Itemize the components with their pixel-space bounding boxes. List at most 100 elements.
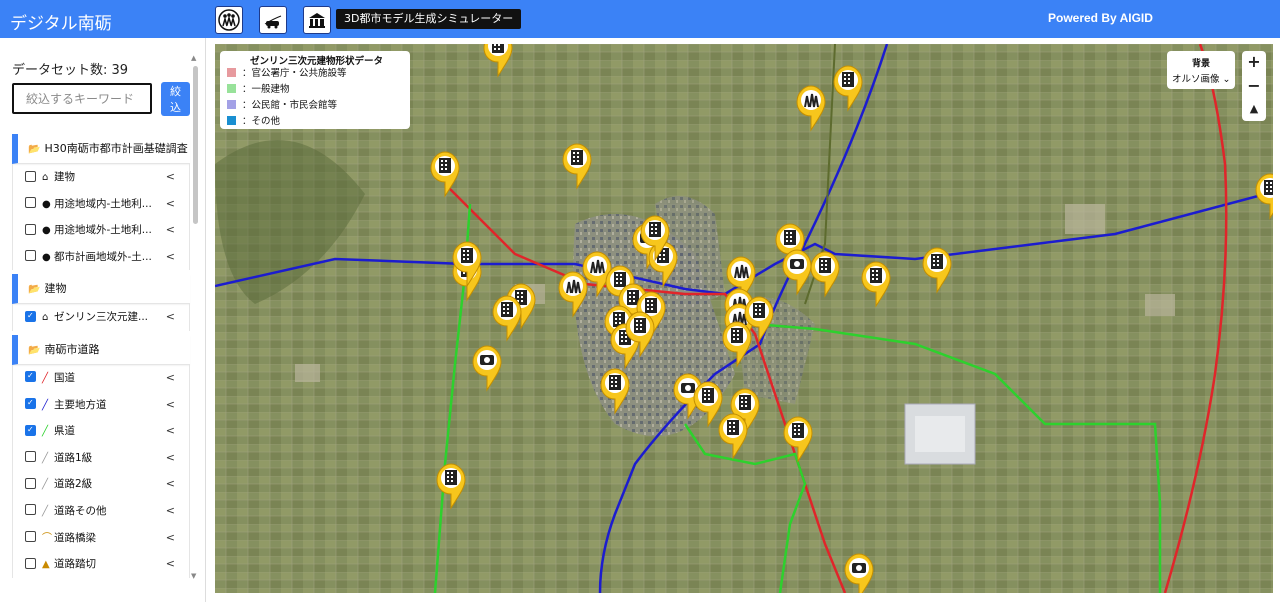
background-selector[interactable]: 背景 オルソ画像 ⌄ [1167, 51, 1235, 89]
legend-swatch [227, 116, 236, 125]
folder-icon: 📂 [28, 284, 41, 296]
layer-label: 主要地方道 [54, 398, 107, 411]
share-icon[interactable]: < [166, 217, 175, 244]
layer-group-roads[interactable]: 📂 南砺市道路 [12, 334, 190, 365]
zoom-in-button[interactable]: + [1242, 51, 1266, 73]
legend-label: ：公民館・市民会館等 [242, 100, 338, 111]
group-title: 建物 [44, 282, 67, 296]
share-icon[interactable]: < [166, 365, 175, 392]
layer-item[interactable]: ▲ 道路踏切 < [12, 551, 190, 578]
background-value: オルソ画像 [1172, 74, 1220, 85]
share-icon[interactable]: < [166, 498, 175, 525]
layer-label: 道路踏切 [54, 558, 96, 571]
layer-item[interactable]: ╱ 道路その他 < [12, 497, 190, 525]
dataset-count: データセット数: 39 [12, 63, 129, 78]
line-gray-icon: ╱ [42, 479, 49, 491]
scroll-up-icon[interactable]: ▲ [191, 54, 196, 62]
legend-label: ：その他 [242, 116, 281, 127]
legend-entry: ：その他 [227, 116, 280, 128]
folder-icon: 📂 [28, 144, 41, 155]
layer-label: 用途地域内-土地利... [54, 197, 152, 210]
layer-checkbox[interactable] [25, 417, 36, 443]
layer-item[interactable]: ╱ 道路1級 < [12, 444, 190, 472]
legend-entry: ：官公署庁・公共施設等 [227, 68, 347, 80]
app-title[interactable]: デジタル南砺 [10, 9, 112, 34]
line-gray-icon: ╱ [42, 452, 49, 464]
filter-button[interactable]: 絞込 [161, 82, 190, 116]
layer-checkbox[interactable] [25, 390, 36, 417]
layer-item[interactable]: ⌂ 建物 < [12, 164, 190, 191]
layer-label: 道路その他 [54, 504, 107, 517]
compass-north-icon[interactable]: ▲ [1242, 98, 1266, 120]
building-outline-icon: ⌂ [42, 312, 49, 324]
layer-checkbox[interactable] [25, 170, 36, 182]
layer-checkbox[interactable] [25, 557, 36, 569]
share-icon[interactable]: < [166, 525, 175, 552]
legend-label: ：一般建物 [242, 84, 290, 95]
background-select[interactable]: オルソ画像 ⌄ [1172, 71, 1231, 85]
share-icon[interactable]: < [166, 304, 175, 331]
layer-checkbox[interactable] [25, 451, 36, 463]
building-outline-icon: ⌂ [42, 172, 49, 183]
layer-sidebar: データセット数: 39 絞込 ▲ ▼ 📂H30南砺市都市計画基礎調査 ⌂建物< … [0, 38, 206, 602]
chevron-down-icon: ⌄ [1222, 74, 1231, 85]
layer-item[interactable]: ╱ 道路2級 < [12, 471, 190, 498]
scroll-down-icon[interactable]: ▼ [191, 572, 196, 580]
layer-item[interactable]: ⌂ ゼンリン三次元建... < [12, 303, 190, 331]
legend-label: ：官公署庁・公共施設等 [242, 68, 347, 79]
dot-icon: ● [42, 225, 51, 237]
legend-swatch [227, 100, 236, 109]
layer-label: 用途地域外-土地利... [54, 224, 152, 237]
layer-item[interactable]: ● 用途地域外-土地利... < [12, 217, 190, 244]
legend-entry: ：一般建物 [227, 84, 290, 96]
share-icon[interactable]: < [166, 191, 175, 218]
vehicle-road-icon[interactable] [259, 6, 287, 34]
layer-label: 国道 [54, 371, 75, 384]
top-bar: デジタル南砺 3D都市モデル生成シミュレーター Powered By AIGID [0, 0, 1280, 38]
city-model-simulator-button[interactable]: 3D都市モデル生成シミュレーター [336, 9, 522, 29]
layer-tree: 📂 H30南砺市都市計画基礎調査 ⌂ 建物 < ● 用途地域内-土地利... < ● 用途地… [12, 134, 190, 578]
keyword-search-input[interactable] [12, 83, 152, 114]
layer-item[interactable]: ● 用途地域内-土地利... < [12, 190, 190, 218]
dot-icon: ● [42, 251, 51, 263]
folder-icon: 📂 [28, 344, 41, 356]
bridge-icon: ⌒ [42, 532, 52, 544]
layer-checkbox[interactable] [25, 223, 36, 235]
layer-label: 建物 [54, 171, 75, 183]
share-icon[interactable]: < [166, 392, 175, 419]
layer-checkbox[interactable] [25, 504, 36, 516]
layer-item[interactable]: ╱ 主要地方道 < [12, 390, 190, 419]
layer-label: 県道 [54, 425, 75, 438]
layer-checkbox[interactable] [25, 250, 36, 262]
line-green-icon: ╱ [42, 426, 49, 438]
layer-item[interactable]: ⌒ 道路橋梁 < [12, 524, 190, 552]
people-crowd-icon[interactable] [215, 6, 243, 34]
share-icon[interactable]: < [166, 418, 175, 445]
background-label: 背景 [1191, 59, 1210, 69]
share-icon[interactable]: < [166, 551, 175, 578]
layer-label: ゼンリン三次元建... [54, 311, 149, 324]
sidebar-scrollbar[interactable] [193, 66, 198, 224]
layer-checkbox[interactable] [25, 197, 36, 209]
layer-checkbox[interactable] [25, 477, 36, 489]
legend-title: ゼンリン三次元建物形状データ [250, 56, 384, 67]
share-icon[interactable]: < [166, 445, 175, 472]
share-icon[interactable]: < [166, 471, 175, 498]
layer-group-buildings[interactable]: 📂 建物 [12, 274, 190, 305]
layer-item[interactable]: ╱ 国道 < [12, 363, 190, 392]
building-van-icon[interactable] [303, 6, 331, 34]
layer-label: 道路橋梁 [54, 531, 96, 544]
map-legend: ゼンリン三次元建物形状データ ：官公署庁・公共施設等 ：一般建物 ：公民館・市民… [220, 51, 410, 129]
share-icon[interactable]: < [166, 244, 175, 271]
layer-group-h30-survey[interactable]: 📂 H30南砺市都市計画基礎調査 [12, 134, 190, 164]
share-icon[interactable]: < [166, 164, 175, 191]
layer-checkbox[interactable] [25, 303, 36, 329]
layer-checkbox[interactable] [25, 531, 36, 543]
layer-item[interactable]: ╱ 県道 < [12, 417, 190, 445]
zoom-out-button[interactable]: − [1242, 75, 1266, 97]
layer-label: 都市計画地域外-土... [54, 250, 152, 263]
layer-checkbox[interactable] [25, 363, 36, 390]
layer-item[interactable]: ● 都市計画地域外-土... < [12, 243, 190, 271]
crossing-icon: ▲ [42, 559, 50, 571]
dot-icon: ● [42, 198, 51, 210]
